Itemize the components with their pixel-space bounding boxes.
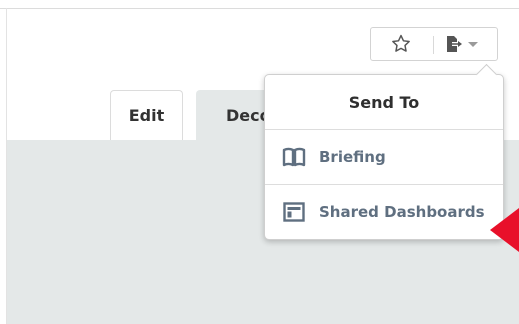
dashboard-layout-icon (281, 201, 307, 223)
menu-item-briefing-label: Briefing (319, 148, 386, 166)
menu-item-briefing[interactable]: Briefing (265, 130, 503, 184)
book-icon (281, 146, 307, 168)
tab-edit-label: Edit (128, 106, 165, 125)
star-outline-icon (392, 34, 410, 52)
page-top-edge (0, 0, 519, 9)
toolbar-divider (433, 36, 434, 54)
toolbar (370, 27, 498, 61)
menu-item-shared-dashboards-label: Shared Dashboards (319, 203, 485, 221)
dropdown-header: Send To (348, 92, 420, 112)
send-to-button[interactable] (443, 32, 487, 56)
menu-item-shared-dashboards[interactable]: Shared Dashboards (265, 185, 503, 239)
favorite-button[interactable] (387, 32, 415, 56)
chevron-down-icon (468, 42, 478, 47)
tab-edit[interactable]: Edit (110, 90, 183, 140)
annotation-arrow (490, 208, 519, 252)
send-to-dropdown: Send To Briefing Shared Dashboards (264, 63, 504, 240)
export-icon (447, 36, 462, 52)
